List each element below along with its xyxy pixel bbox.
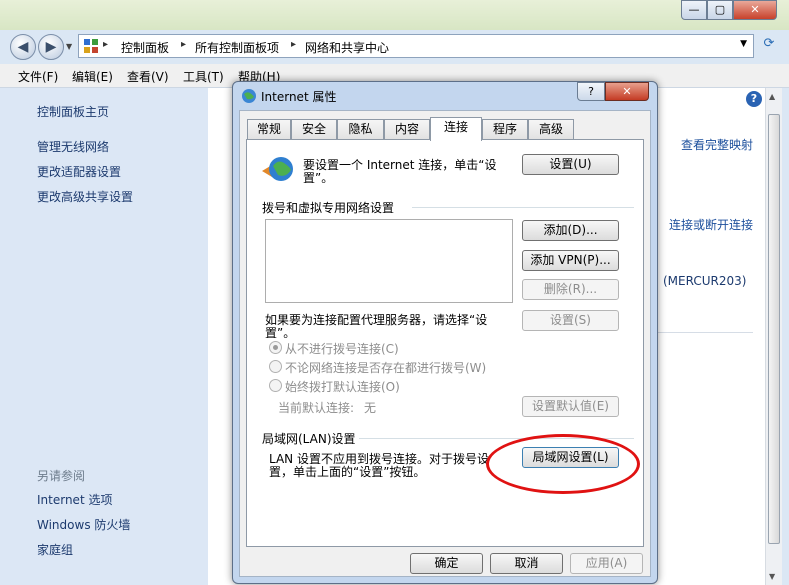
breadcrumb-network-center[interactable]: 网络和共享中心 [305,39,389,56]
scrollbar-thumb[interactable] [768,114,780,544]
breadcrumb-control-panel[interactable]: 控制面板 [121,39,169,56]
sidebar-internet-options[interactable]: Internet 选项 [37,491,112,508]
setup-button[interactable]: 设置(U) [522,154,619,175]
control-panel-icon [84,39,98,53]
sidebar-advanced-sharing[interactable]: 更改高级共享设置 [37,188,133,205]
tab-privacy[interactable]: 隐私 [337,119,384,139]
connect-disconnect-link[interactable]: 连接或断开连接 [669,216,753,233]
menu-file[interactable]: 文件(F) [18,68,58,85]
network-name[interactable]: (MERCUR203) [663,274,746,288]
dialup-settings-button[interactable]: 设置(S) [522,310,619,331]
menu-view[interactable]: 查看(V) [127,68,169,85]
close-button[interactable]: ✕ [733,0,777,20]
view-full-map-link[interactable]: 查看完整映射 [681,136,753,153]
explorer-titlebar: — ▢ ✕ [0,0,789,30]
radio-never-dial-label: 从不进行拨号连接(C) [285,342,399,356]
globe-setup-icon [262,157,293,181]
internet-globe-icon [242,89,256,103]
scroll-down-icon[interactable]: ▼ [769,572,775,581]
sidebar-adapter-settings[interactable]: 更改适配器设置 [37,163,121,180]
minimize-button[interactable]: — [681,0,707,20]
forward-arrow-icon[interactable]: ▶ [38,34,64,60]
cancel-button[interactable]: 取消 [490,553,563,574]
dialog-help-button[interactable]: ? [577,82,605,101]
proxy-description-line2: 置”。 [265,326,296,340]
internet-properties-dialog: Internet 属性 ? ✕ 常规 安全 隐私 内容 连接 程序 高级 要设置… [232,81,658,584]
lan-group-title: 局域网(LAN)设置 [262,432,356,446]
radio-dial-whenever[interactable] [269,360,282,373]
setup-description-line2: 置”。 [303,171,334,185]
sidebar-windows-firewall[interactable]: Windows 防火墙 [37,516,130,533]
dialog-title: Internet 属性 [261,90,337,104]
group-separator [412,207,634,208]
address-dropdown-icon[interactable]: ▼ [740,39,747,49]
dialog-body: 常规 安全 隐私 内容 连接 程序 高级 要设置一个 Internet 连接，单… [239,110,651,577]
radio-always-dial-label: 始终拨打默认连接(O) [285,380,400,394]
maximize-button[interactable]: ▢ [707,0,733,20]
vertical-scrollbar[interactable]: ▲ ▼ [765,88,782,585]
breadcrumb-all-items[interactable]: 所有控制面板项 [195,39,279,56]
add-vpn-button[interactable]: 添加 VPN(P)... [522,250,619,271]
dialog-close-button[interactable]: ✕ [605,82,649,101]
current-default-value: 无 [364,401,377,415]
address-row: ◀ ▶ ▼ ▸ 控制面板 ▸ 所有控制面板项 ▸ 网络和共享中心 ▼ ⟳ [0,30,789,64]
lan-description-line2: 置，单击上面的“设置”按钮。 [269,465,426,479]
radio-never-dial[interactable] [269,341,282,354]
address-bar[interactable]: ▸ 控制面板 ▸ 所有控制面板项 ▸ 网络和共享中心 ▼ [78,34,754,58]
radio-dial-whenever-label: 不论网络连接是否存在都进行拨号(W) [285,361,487,375]
proxy-description-line1: 如果要为连接配置代理服务器，请选择“设 [265,313,488,327]
tab-security[interactable]: 安全 [291,119,337,139]
refresh-icon[interactable]: ⟳ [758,36,780,56]
sidebar-control-panel-home[interactable]: 控制面板主页 [37,103,109,120]
sidebar-manage-wireless[interactable]: 管理无线网络 [37,138,109,155]
delete-connection-button[interactable]: 删除(R)... [522,279,619,300]
divider [648,332,753,333]
tab-content[interactable]: 内容 [384,119,430,139]
menu-tools[interactable]: 工具(T) [183,68,224,85]
breadcrumb-separator: ▸ [291,39,297,50]
scroll-up-icon[interactable]: ▲ [769,92,775,101]
annotation-ring [486,434,640,494]
ok-button[interactable]: 确定 [410,553,483,574]
sidebar: 控制面板主页 管理无线网络 更改适配器设置 更改高级共享设置 另请参阅 Inte… [0,88,208,585]
back-arrow-icon[interactable]: ◀ [10,34,36,60]
tab-advanced[interactable]: 高级 [528,119,574,139]
set-default-button[interactable]: 设置默认值(E) [522,396,619,417]
radio-always-dial[interactable] [269,379,282,392]
see-also-heading: 另请参阅 [37,469,86,483]
tab-general[interactable]: 常规 [247,119,291,139]
help-icon[interactable]: ? [746,91,762,107]
menu-edit[interactable]: 编辑(E) [72,68,113,85]
apply-button[interactable]: 应用(A) [570,553,643,574]
connections-listbox[interactable] [265,219,513,303]
tab-connections[interactable]: 连接 [430,117,482,141]
dialup-group-title: 拨号和虚拟专用网络设置 [262,201,395,215]
add-connection-button[interactable]: 添加(D)... [522,220,619,241]
tab-programs[interactable]: 程序 [482,119,528,139]
breadcrumb-separator: ▸ [103,39,109,50]
recent-pages-dropdown-icon[interactable]: ▼ [66,42,72,51]
current-default-label: 当前默认连接: [278,401,355,415]
breadcrumb-separator: ▸ [181,39,187,50]
sidebar-homegroup[interactable]: 家庭组 [37,541,73,558]
